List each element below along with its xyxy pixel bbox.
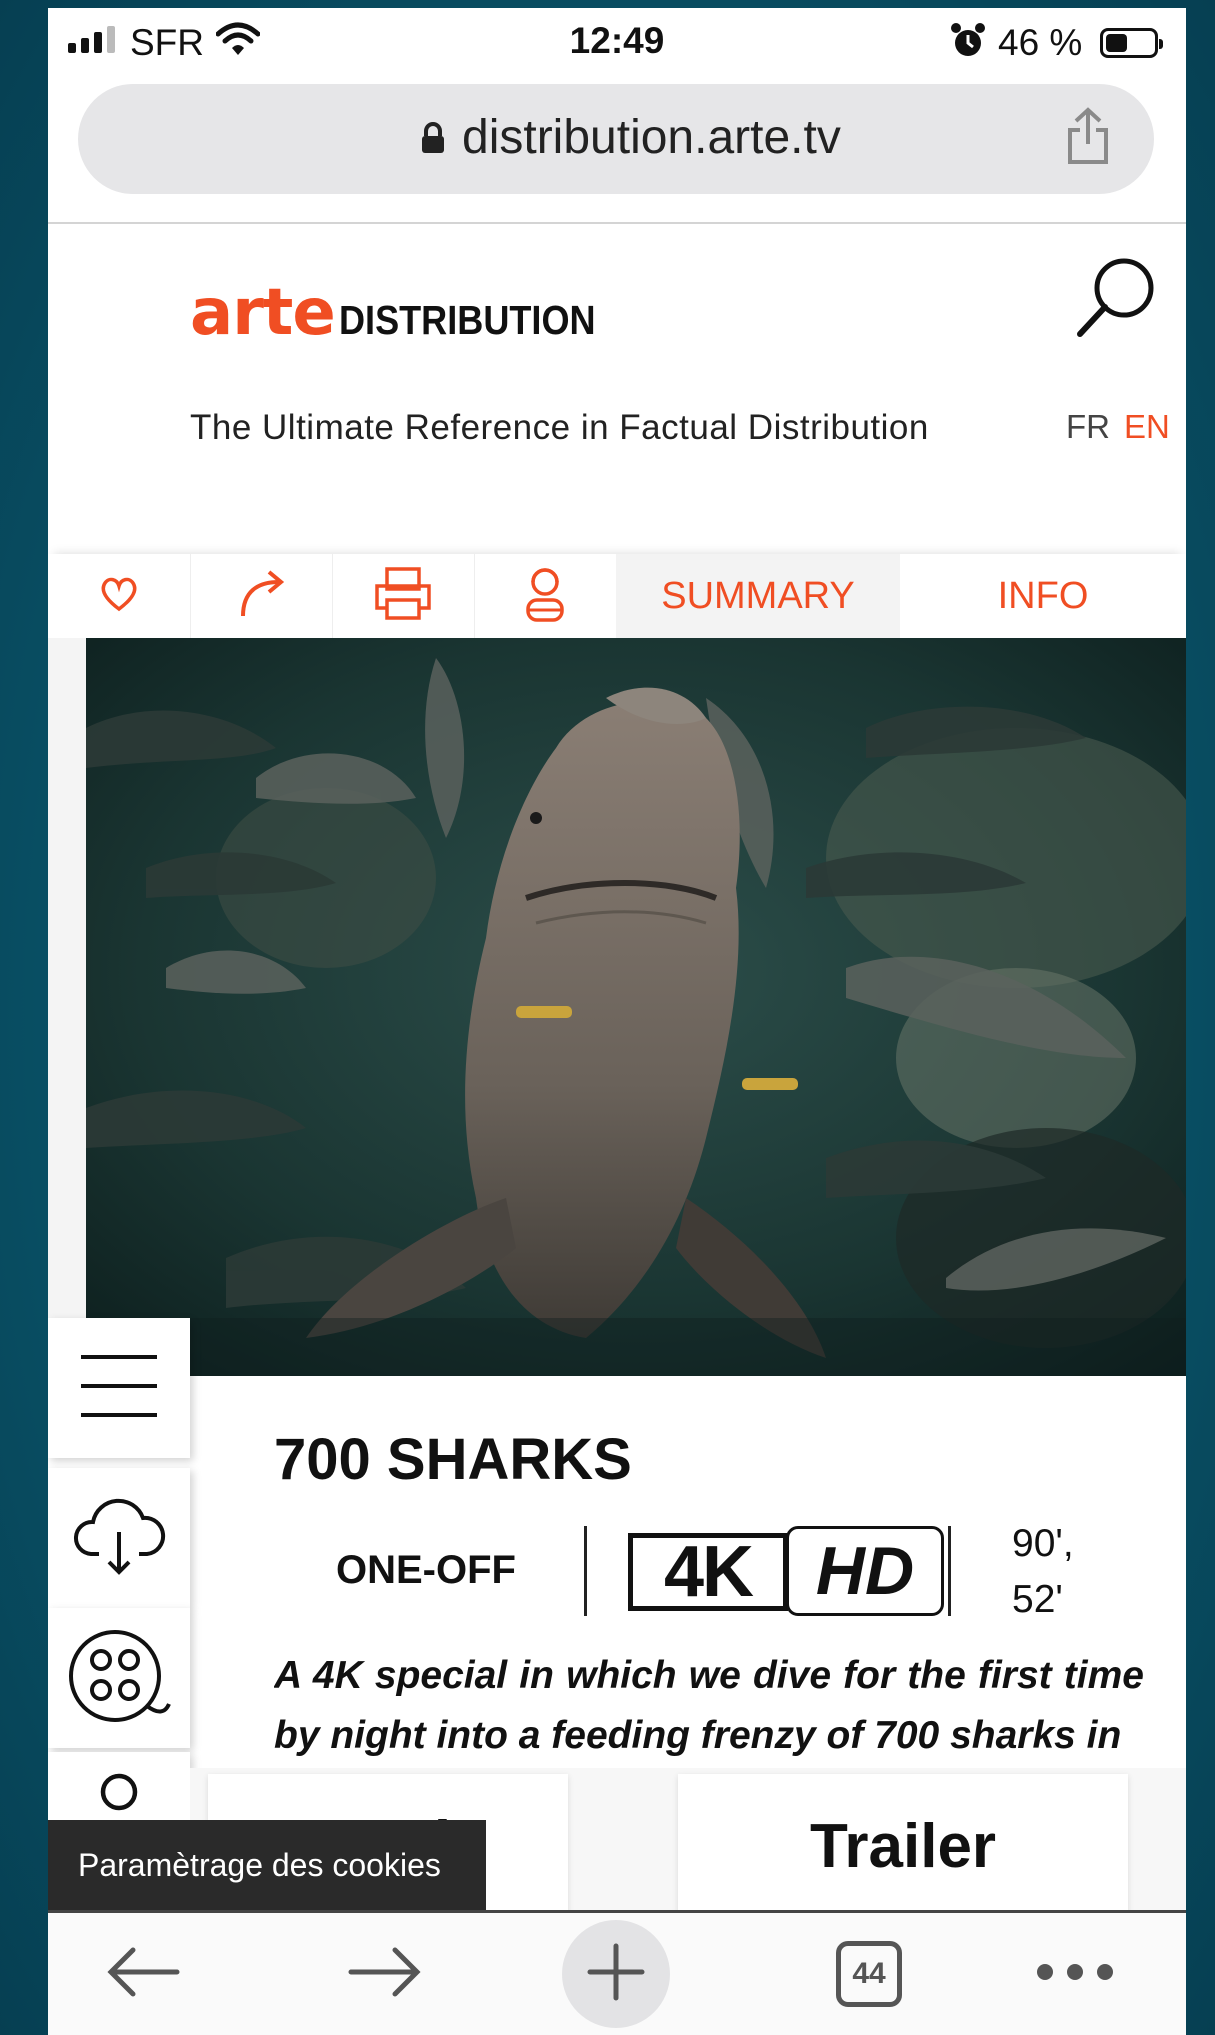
url-text: distribution.arte.tv [462, 111, 841, 164]
program-format: ONE-OFF [336, 1548, 516, 1592]
cloud-download-icon [71, 1496, 167, 1581]
contact-button[interactable] [474, 554, 617, 638]
film-reel-icon [67, 1628, 171, 1729]
battery-percent: 46 % [998, 22, 1083, 63]
favorite-button[interactable] [48, 554, 191, 638]
badge-4k: 4K [628, 1532, 788, 1612]
tab-info[interactable]: INFO [900, 554, 1186, 638]
arrow-left-icon [105, 1944, 181, 2005]
divider [948, 1526, 951, 1616]
site-tagline: The Ultimate Reference in Factual Distri… [190, 408, 929, 447]
search-icon [97, 1770, 141, 1819]
phone-screen: SFR 12:49 46 % distribution.arte.tv arte… [48, 8, 1186, 2035]
browser-toolbar: 44 [48, 1910, 1186, 2035]
back-button[interactable] [88, 1913, 198, 2035]
lock-icon [420, 122, 446, 159]
badge-hd: HD [786, 1526, 944, 1616]
contact-icon [520, 564, 570, 629]
lang-fr-link[interactable]: FR [1066, 408, 1110, 445]
screening-button[interactable] [48, 1608, 190, 1748]
divider [584, 1526, 587, 1616]
program-duration: 90', 52' [1012, 1522, 1074, 1621]
lang-en-link[interactable]: EN [1124, 408, 1170, 445]
cookie-settings-banner[interactable]: Paramètrage des cookies [48, 1820, 486, 1910]
hero-margin [48, 638, 86, 1318]
language-switcher: FR EN [1066, 408, 1170, 446]
program-description: A 4K special in which we dive for the fi… [274, 1654, 1144, 1757]
heart-icon [99, 576, 139, 617]
program-toolbar: SUMMARY INFO [48, 554, 1186, 638]
arrow-right-icon [347, 1944, 423, 2005]
program-title: 700 SHARKS [274, 1427, 632, 1492]
alarm-icon [950, 22, 986, 65]
share-button[interactable] [190, 554, 333, 638]
trailer-button[interactable]: Trailer [678, 1774, 1128, 1918]
download-button[interactable] [48, 1468, 190, 1608]
battery-icon [1100, 28, 1163, 58]
status-bar: SFR 12:49 46 % [48, 8, 1186, 80]
tab-summary[interactable]: SUMMARY [616, 554, 900, 638]
share-arrow-icon [233, 566, 289, 627]
forward-button[interactable] [330, 1913, 440, 2035]
print-icon [373, 566, 433, 627]
address-bar[interactable]: distribution.arte.tv [78, 84, 1154, 194]
divider [48, 222, 1186, 224]
plus-icon [586, 1942, 646, 2007]
print-button[interactable] [332, 554, 475, 638]
tabs-button[interactable]: 44 [814, 1913, 924, 2035]
program-hero-image [86, 638, 1186, 1376]
menu-button[interactable] [48, 1318, 190, 1458]
more-dots-icon [1035, 1962, 1115, 1987]
new-tab-button[interactable] [562, 1913, 670, 2035]
more-button[interactable] [1020, 1913, 1130, 2035]
menu-icon [79, 1351, 159, 1426]
arte-distribution-logo[interactable]: arte DISTRIBUTION [190, 276, 630, 350]
share-icon[interactable] [1064, 106, 1112, 171]
search-icon[interactable] [1074, 254, 1160, 345]
tab-count: 44 [836, 1941, 902, 2007]
